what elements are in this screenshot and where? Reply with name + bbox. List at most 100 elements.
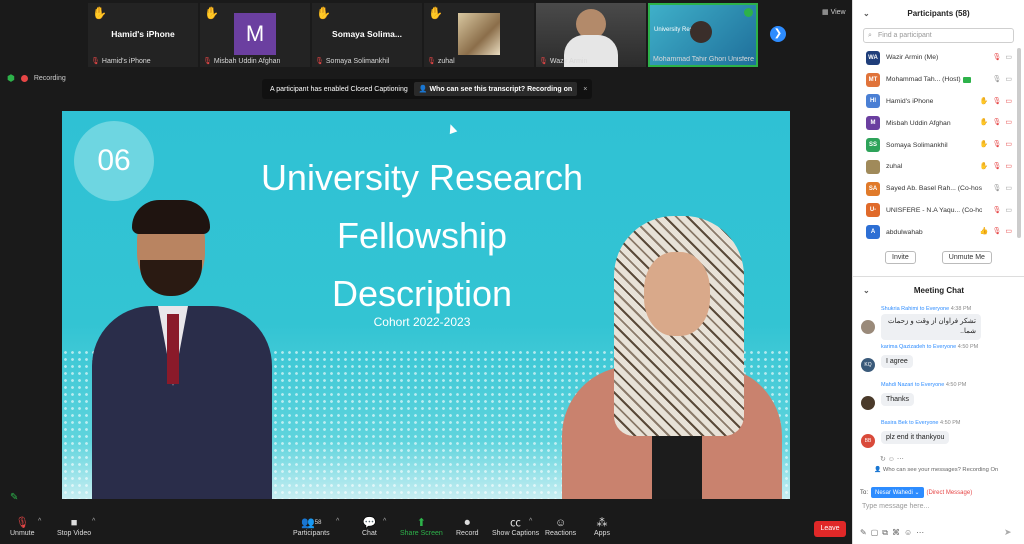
participant-row[interactable]: M Misbah Uddin Afghan ✋ 🎙 ▭: [853, 112, 1024, 134]
captions-options-chevron-icon[interactable]: ^: [529, 518, 532, 525]
thumbnail-label-text: Somaya Solimankhil: [325, 58, 390, 65]
mic-muted-icon: 🎙: [992, 54, 1002, 61]
participant-name: UNISFERE - N.A Yaqu... (Co-host): [886, 206, 982, 214]
man-photo: [92, 200, 272, 499]
participants-button[interactable]: 👥58 Participants: [293, 516, 330, 537]
audio-options-chevron-icon[interactable]: ^: [38, 518, 41, 525]
search-icon: ⌕: [868, 32, 872, 39]
participant-row[interactable]: SS Somaya Solimankhil ✋ 🎙 ▭: [853, 134, 1024, 156]
chat-recording-note[interactable]: 👤 Who can see your messages? Recording O…: [874, 467, 998, 473]
stop-video-label: Stop Video: [57, 530, 92, 537]
mic-muted-icon: 🎙: [315, 58, 324, 65]
shield-icon: ⬢: [7, 73, 15, 83]
participant-thumbnail[interactable]: University Res Mohammad Tahir Ghori Unis…: [648, 3, 758, 67]
participant-row[interactable]: MT Mohammad Tah... (Host) 🎙 ▭: [853, 69, 1024, 91]
participants-label: Participants: [293, 530, 330, 537]
participant-thumbnail[interactable]: ✋ M 🎙 Misbah Uddin Afghan: [200, 3, 310, 67]
participant-name: Sayed Ab. Basel Rah... (Co-host): [886, 185, 982, 193]
invite-button[interactable]: Invite: [885, 251, 916, 265]
close-icon[interactable]: ×: [583, 86, 587, 93]
mic-icon: 🎙: [992, 184, 1002, 192]
avatar: BB: [861, 434, 875, 448]
record-button[interactable]: ⏺ Record: [456, 516, 479, 537]
recording-indicator[interactable]: ⬢ Recording: [7, 73, 66, 84]
file-icon[interactable]: ▢: [871, 528, 883, 537]
participant-row[interactable]: zuhal ✋ 🎙 ▭: [853, 156, 1024, 178]
participant-search-input[interactable]: ⌕ Find a participant: [863, 28, 1014, 43]
thumbnail-strip: ✋ Hamid's iPhone 🎙 Hamid's iPhone ✋ M 🎙 Mi…: [88, 3, 758, 67]
record-icon: ⏺: [464, 517, 471, 529]
participant-name: Wazir Armin (Me): [886, 54, 939, 62]
video-feed-head: [690, 21, 712, 43]
chat-header: ⌄ Meeting Chat: [853, 276, 1024, 304]
avatar: A: [866, 225, 880, 240]
avatar: [866, 159, 880, 174]
chat-sender: Shukria Rahimi to Everyone 4:38 PM: [881, 306, 972, 312]
reactions-button[interactable]: ☺ Reactions: [545, 516, 576, 537]
apps-label: Apps: [594, 530, 610, 537]
woman-photo: [552, 216, 790, 499]
format-icon[interactable]: ✎: [860, 528, 871, 537]
shared-screen-slide: 06 University Research Fellowship Descri…: [62, 111, 790, 499]
collapse-chevron-icon[interactable]: ⌄: [863, 0, 870, 28]
participants-count: 58: [314, 520, 322, 526]
participant-row[interactable]: U- UNISFERE - N.A Yaqu... (Co-host) 🎙 ▭: [853, 200, 1024, 222]
chat-bubble: plz end it thankyou: [881, 431, 950, 444]
message-reaction-icons[interactable]: ↻ ☺ ⋯: [880, 455, 904, 463]
leave-button[interactable]: Leave: [814, 521, 846, 537]
collapse-chevron-icon[interactable]: ⌄: [863, 277, 870, 305]
thumbnail-label: Mohammad Tahir Ghori Unisfere: [653, 56, 754, 63]
thumbnail-label: 🎙 zuhal: [427, 57, 455, 65]
participant-row[interactable]: SA Sayed Ab. Basel Rah... (Co-host) 🎙 ▭: [853, 178, 1024, 200]
participant-thumbnail[interactable]: 🎙 Wazir Armin: [536, 3, 646, 67]
chat-button[interactable]: 💬 Chat: [362, 516, 377, 537]
video-options-chevron-icon[interactable]: ^: [92, 518, 95, 525]
unmute-button[interactable]: 🎙 Unmute: [10, 516, 35, 537]
participant-thumbnail[interactable]: ✋ Somaya Solima... 🎙 Somaya Solimankhil: [312, 3, 422, 67]
participant-row[interactable]: A abdulwahab 👍 🎙 ▭: [853, 221, 1024, 243]
participant-thumbnail[interactable]: ✋ Hamid's iPhone 🎙 Hamid's iPhone: [88, 3, 198, 67]
participant-thumbnail[interactable]: ✋ 🎙 zuhal: [424, 3, 534, 67]
cc-message: A participant has enabled Closed Caption…: [270, 85, 408, 93]
thumbnail-label-text: Wazir Armin: [549, 58, 588, 65]
chat-title: Meeting Chat: [913, 286, 965, 295]
chat-message-input[interactable]: Type message here...: [862, 503, 929, 510]
avatar: KQ: [861, 358, 875, 372]
stop-video-button[interactable]: ■ Stop Video: [57, 516, 91, 537]
recipient-dropdown[interactable]: Nesar Wahedi ⌄: [871, 487, 924, 498]
video-icon: ▭: [1005, 206, 1012, 214]
video-off-icon: ▭: [1005, 119, 1012, 127]
participant-list-scrollbar[interactable]: [1017, 48, 1021, 238]
send-icon[interactable]: ➤: [1004, 527, 1012, 538]
participants-header: ⌄ Participants (58): [853, 0, 1024, 28]
next-page-arrow-icon[interactable]: ❯: [770, 26, 786, 42]
participants-options-chevron-icon[interactable]: ^: [336, 518, 339, 525]
chat-sender: karima Qazizadeh to Everyone 4:50 PM: [881, 344, 979, 350]
avatar: SA: [866, 181, 880, 196]
code-icon[interactable]: ⌘: [892, 528, 904, 537]
person-icon: 👤: [874, 467, 883, 473]
participant-row[interactable]: HI Hamid's iPhone ✋ 🎙 ▭: [853, 91, 1024, 113]
emoji-icon[interactable]: ☺: [904, 528, 916, 537]
more-icon[interactable]: ⋯: [916, 528, 928, 537]
unmute-me-button[interactable]: Unmute Me: [941, 251, 992, 265]
apps-button[interactable]: ⁂ Apps: [594, 516, 610, 537]
chat-bubble: Thanks: [881, 393, 914, 406]
participant-row[interactable]: WA Wazir Armin (Me) 🎙 ▭: [853, 47, 1024, 69]
avatar: U-: [866, 203, 880, 218]
chat-sender: Basira Bek to Everyone 4:50 PM: [881, 420, 961, 426]
meeting-toolbar: 🎙 Unmute ^ ■ Stop Video ^ 👥58 Participan…: [0, 514, 852, 544]
view-button[interactable]: ▦ View: [822, 8, 846, 16]
search-placeholder: Find a participant: [878, 32, 932, 39]
share-screen-button[interactable]: ⬆ Share Screen: [400, 516, 443, 537]
cc-transcript-link[interactable]: 👤 Who can see this transcript? Recording…: [413, 82, 578, 96]
screenshot-icon[interactable]: ⧉: [882, 528, 892, 537]
raised-hand-icon: ✋: [428, 6, 443, 20]
recording-label: Recording: [33, 75, 66, 82]
chat-options-chevron-icon[interactable]: ^: [383, 518, 386, 525]
annotate-pen-icon[interactable]: ✎: [10, 492, 18, 503]
record-label: Record: [456, 530, 479, 537]
video-off-icon: ▭: [1005, 141, 1012, 149]
person-icon: 👤: [418, 86, 430, 93]
profile-picture: [458, 13, 500, 55]
